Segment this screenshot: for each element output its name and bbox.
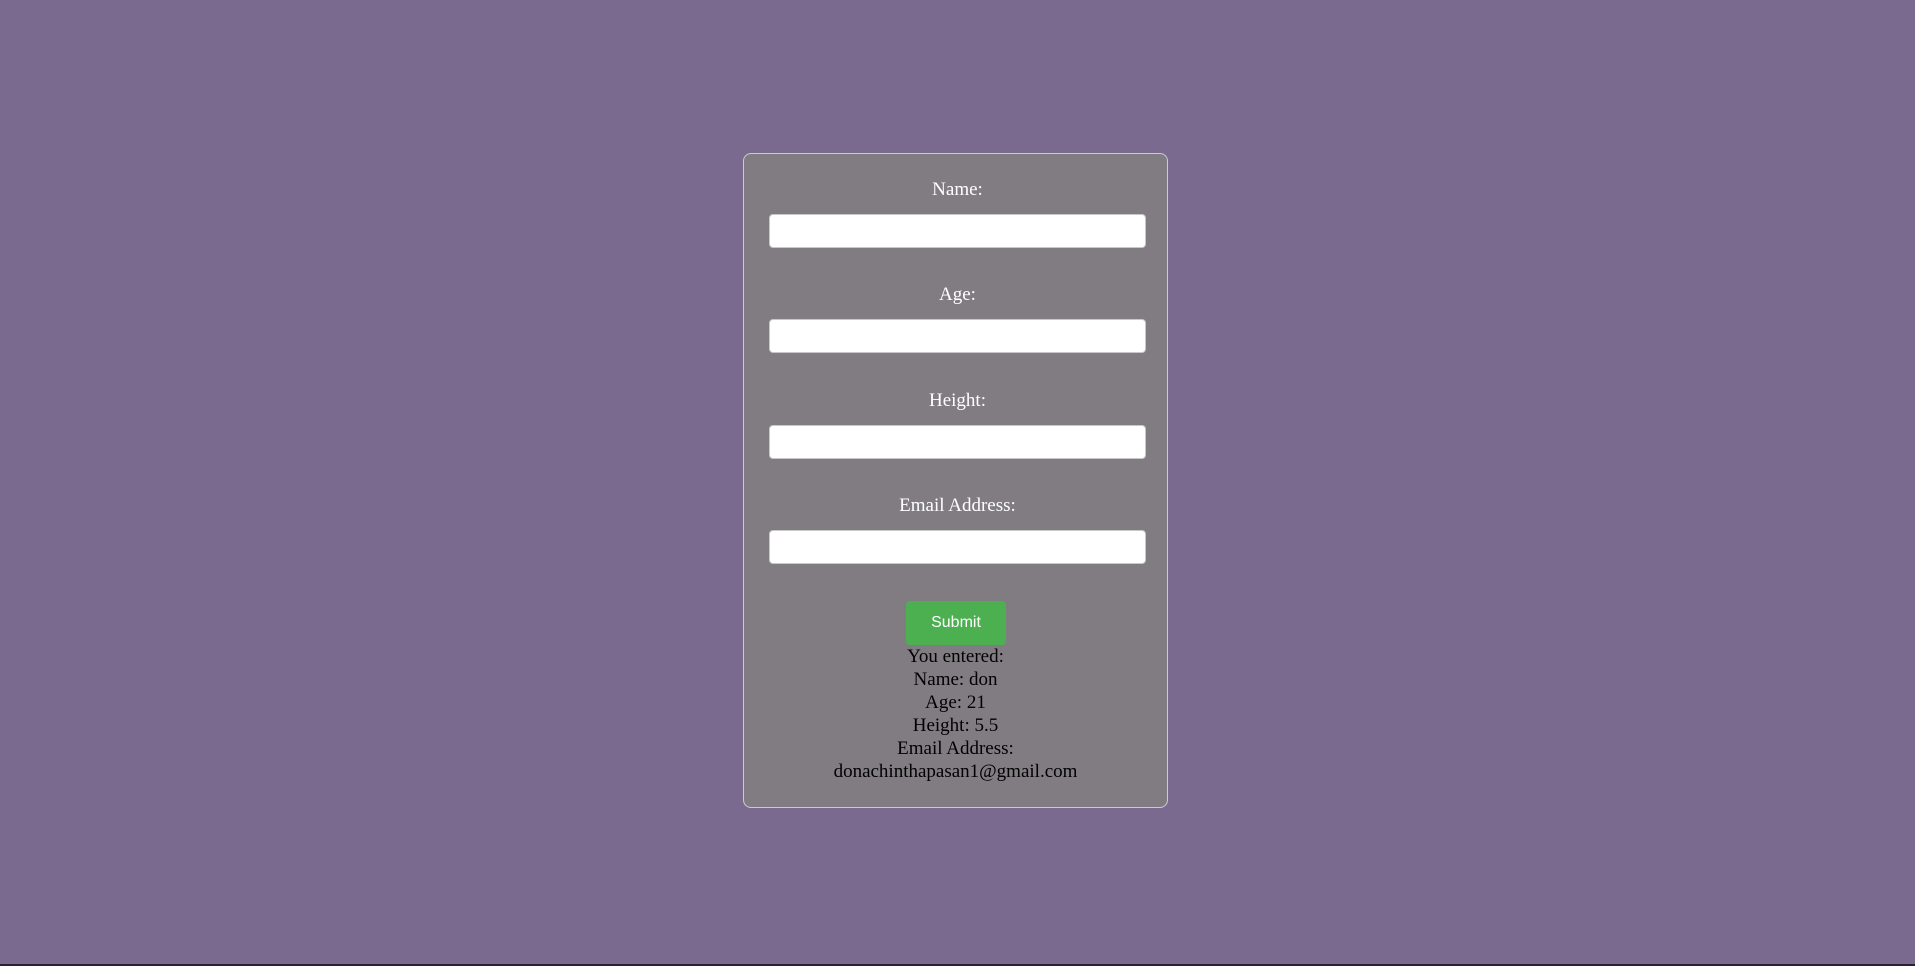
result-output: You entered: Name: don Age: 21 Height: 5… [744, 645, 1167, 783]
form-card: Name: Age: Height: Email Address: Submit… [743, 153, 1168, 808]
height-field-group: Height: [769, 390, 1146, 459]
age-field-group: Age: [769, 284, 1146, 353]
email-field-group: Email Address: [769, 495, 1146, 564]
submit-button[interactable]: Submit [906, 601, 1006, 645]
result-heading: You entered: [907, 646, 1004, 667]
result-height: Height: 5.5 [912, 715, 999, 736]
name-field-group: Name: [769, 179, 1146, 248]
email-label: Email Address: [899, 495, 1016, 516]
result-email-label: Email Address: [897, 738, 1014, 759]
result-age: Age: 21 [925, 692, 986, 713]
height-label: Height: [929, 390, 986, 411]
name-input[interactable] [769, 214, 1146, 248]
email-input[interactable] [769, 530, 1146, 564]
name-label: Name: [932, 179, 983, 200]
result-email-value: donachinthapasan1@gmail.com [833, 761, 1078, 782]
age-label: Age: [939, 284, 976, 305]
height-input[interactable] [769, 425, 1146, 459]
age-input[interactable] [769, 319, 1146, 353]
result-name: Name: don [913, 669, 998, 690]
